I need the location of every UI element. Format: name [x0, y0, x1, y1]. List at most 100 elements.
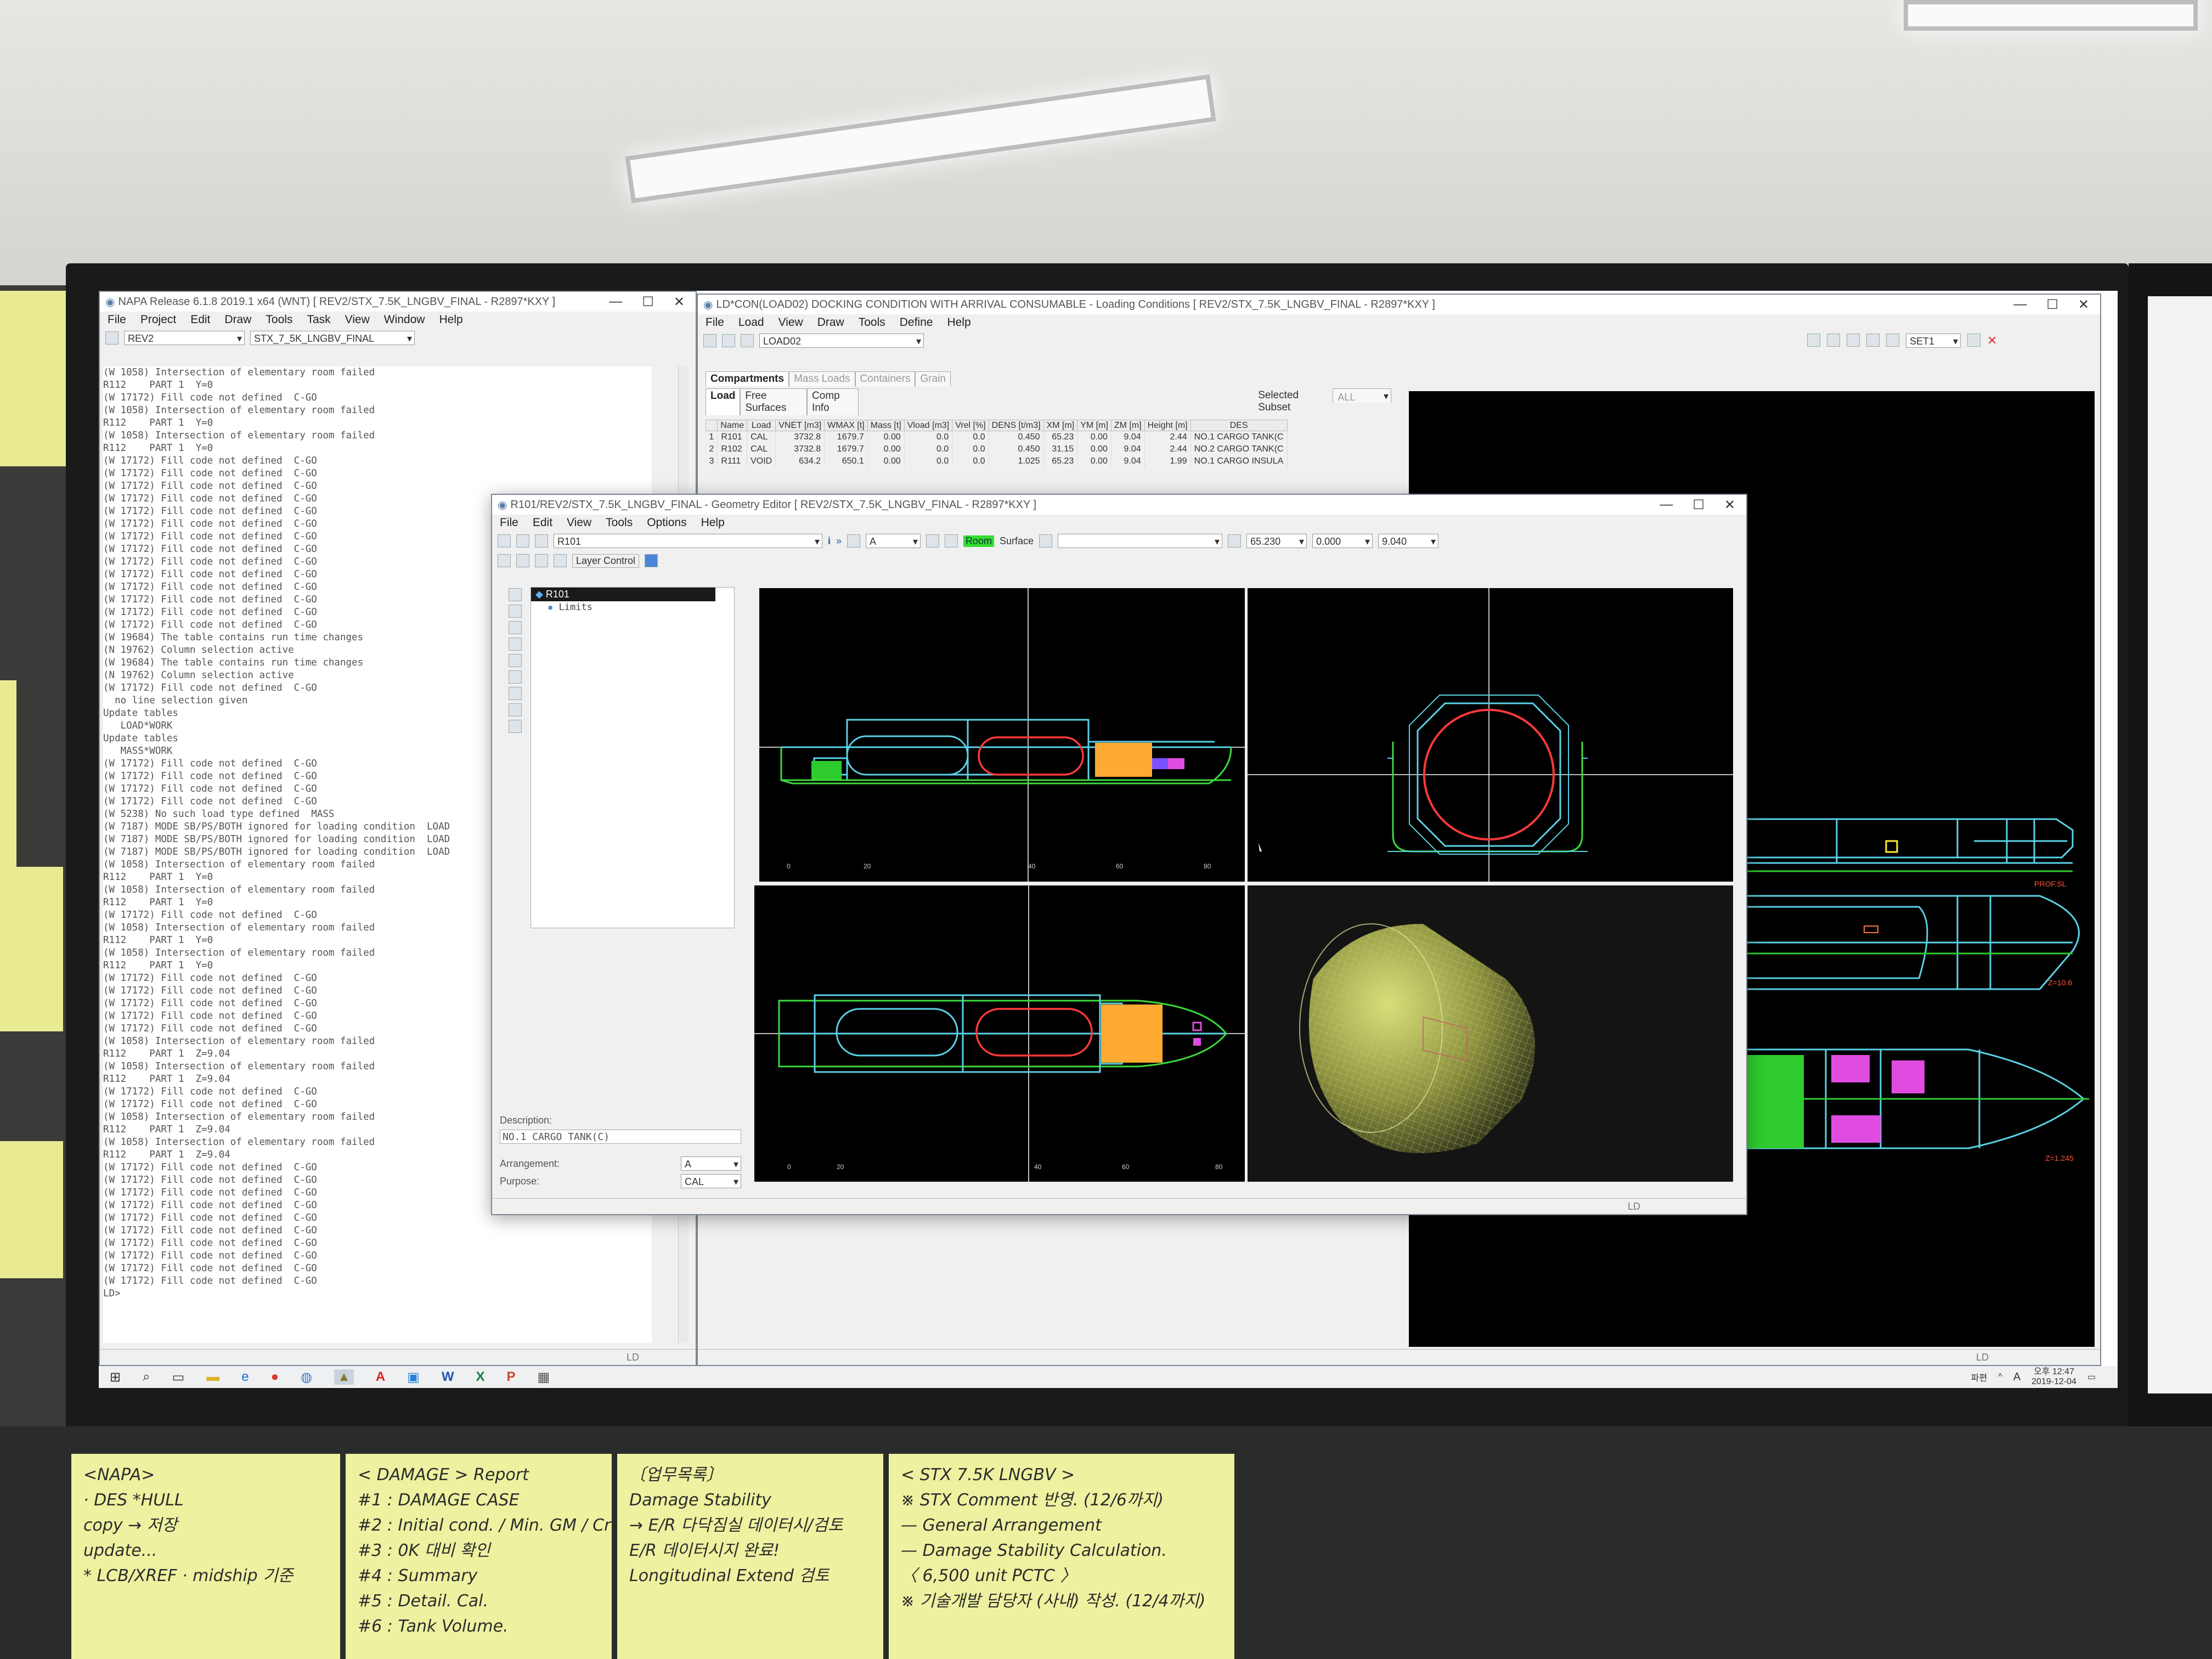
layer-control-button[interactable]: Layer Control [572, 554, 640, 568]
menu-view[interactable]: View [778, 316, 803, 329]
grid-icon[interactable] [1866, 334, 1880, 347]
undo-icon[interactable] [498, 554, 511, 567]
ime-indicator[interactable]: A [2013, 1371, 2021, 1384]
column-header[interactable]: Mass [t] [867, 420, 905, 431]
maximize-icon[interactable]: ☐ [642, 294, 654, 310]
coord-z-combo[interactable]: 9.040 [1378, 534, 1439, 549]
tool-check-icon[interactable] [509, 720, 522, 733]
app-icon[interactable]: ◍ [301, 1369, 312, 1385]
object-combo[interactable]: R101 [554, 534, 822, 549]
zoom-icon[interactable] [1807, 334, 1820, 347]
outlook-icon[interactable]: ▣ [407, 1369, 420, 1385]
column-header[interactable]: Vrel [%] [952, 420, 989, 431]
column-header[interactable]: DES [1190, 420, 1288, 431]
surface-toggle[interactable]: Surface [1000, 535, 1034, 547]
menu-define[interactable]: Define [900, 316, 933, 329]
tree-item-limits[interactable]: ▪ Limits [531, 601, 734, 613]
arrangement-combo[interactable]: A [866, 534, 921, 549]
tool-link-icon[interactable] [509, 703, 522, 716]
section-view[interactable] [1248, 588, 1733, 882]
menu-options[interactable]: Options [647, 516, 686, 529]
version-combo[interactable]: STX_7_5K_LNGBV_FINAL [250, 331, 415, 346]
subtab-free-surfaces[interactable]: Free Surfaces [740, 388, 808, 415]
object-tree[interactable]: ◆ R101 ▪ Limits [531, 587, 735, 928]
description-field[interactable]: NO.1 CARGO TANK(C) [500, 1130, 741, 1144]
tree-item-r101[interactable]: ◆ R101 [531, 588, 715, 601]
tab-containers[interactable]: Containers [855, 371, 916, 386]
tab-compartments[interactable]: Compartments [706, 371, 789, 386]
info-icon[interactable]: i [828, 535, 831, 547]
tool-select-icon[interactable] [509, 588, 522, 601]
plan-view[interactable]: 0 20 40 60 80 [754, 885, 1245, 1182]
notification-icon[interactable]: ▭ [2087, 1372, 2096, 1383]
project-combo[interactable]: REV2 [124, 331, 245, 346]
task-view-icon[interactable]: ▭ [172, 1369, 185, 1385]
minimize-icon[interactable]: — [609, 294, 622, 310]
draw-icon[interactable] [945, 534, 958, 548]
excel-icon[interactable]: X [476, 1369, 485, 1385]
purpose-field[interactable]: CAL [681, 1174, 741, 1189]
pan-icon[interactable] [1827, 334, 1840, 347]
menu-file[interactable]: File [706, 316, 724, 329]
coord-y-combo[interactable]: 0.000 [1312, 534, 1373, 549]
element-combo[interactable] [1058, 534, 1223, 549]
3d-view[interactable] [1248, 885, 1733, 1182]
menu-file[interactable]: File [108, 313, 126, 326]
load-combo[interactable]: LOAD02 [759, 334, 924, 348]
set-combo[interactable]: SET1 [1906, 334, 1961, 348]
word-icon[interactable]: W [442, 1369, 454, 1385]
project-icon[interactable] [105, 331, 119, 345]
compartments-table[interactable]: Name Load VNET [m3] WMAX [t] Mass [t] Vload [… [705, 420, 1288, 467]
menu-draw[interactable]: Draw [224, 313, 251, 326]
column-header[interactable]: XM [m] [1043, 420, 1078, 431]
menu-help[interactable]: Help [439, 313, 462, 326]
column-header[interactable]: YM [m] [1077, 420, 1111, 431]
menu-edit[interactable]: Edit [533, 516, 552, 529]
tool-delete-icon[interactable] [509, 654, 522, 667]
arrangement-field[interactable]: A [681, 1156, 741, 1171]
menu-window[interactable]: Window [384, 313, 425, 326]
menu-help[interactable]: Help [947, 316, 970, 329]
redo-icon[interactable] [516, 554, 529, 567]
column-header[interactable]: ZM [m] [1110, 420, 1145, 431]
tool-down-icon[interactable] [509, 687, 522, 700]
subtab-comp-info[interactable]: Comp Info [807, 388, 859, 415]
export-icon[interactable] [554, 554, 567, 567]
close-icon[interactable]: ✕ [2078, 297, 2089, 313]
tool-up-icon[interactable] [509, 670, 522, 684]
copy-icon[interactable] [1228, 534, 1242, 548]
menu-load[interactable]: Load [738, 316, 764, 329]
chrome-icon[interactable]: ● [271, 1369, 279, 1385]
selected-subset-combo[interactable]: ALL [1333, 388, 1391, 403]
menu-task[interactable]: Task [307, 313, 330, 326]
close-icon[interactable]: ✕ [674, 294, 685, 310]
table-row[interactable]: 1 R101 CAL 3732.8 1679.7 0.00 0.0 0.0 0.450 65.23… [706, 431, 1288, 443]
profile-view[interactable]: 0 20 40 60 80 [759, 588, 1245, 882]
subtab-load[interactable]: Load [706, 388, 741, 415]
tab-grain[interactable]: Grain [915, 371, 951, 386]
tray-label[interactable]: 파편 [1971, 1370, 1987, 1384]
acrobat-icon[interactable]: A [376, 1369, 385, 1385]
clock[interactable]: 오후 12:47 2019-12-04 [2032, 1367, 2076, 1387]
windows-start-icon[interactable]: ⊞ [110, 1369, 121, 1385]
menu-file[interactable]: File [500, 516, 518, 529]
close-icon[interactable]: ✕ [1724, 497, 1735, 513]
file-explorer-icon[interactable]: ▬ [206, 1369, 219, 1385]
save-icon[interactable] [535, 534, 548, 548]
open-icon[interactable] [516, 534, 529, 548]
pin-icon[interactable] [645, 554, 658, 567]
table-row[interactable]: 3 R111 VOID 634.2 650.1 0.00 0.0 0.0 1.025 65.23 0… [706, 455, 1288, 467]
menu-tools[interactable]: Tools [266, 313, 292, 326]
new-icon[interactable] [703, 334, 716, 347]
search-icon[interactable]: ⌕ [143, 1369, 150, 1385]
column-header[interactable]: DENS [t/m3] [988, 420, 1044, 431]
menu-view[interactable]: View [345, 313, 370, 326]
open-icon[interactable] [722, 334, 735, 347]
properties-icon[interactable] [1039, 534, 1053, 548]
save-icon[interactable] [741, 334, 754, 347]
menu-edit[interactable]: Edit [190, 313, 210, 326]
menu-project[interactable]: Project [140, 313, 176, 326]
menu-draw[interactable]: Draw [817, 316, 844, 329]
edge-browser-icon[interactable]: e [241, 1369, 249, 1385]
column-header[interactable]: WMAX [t] [824, 420, 868, 431]
